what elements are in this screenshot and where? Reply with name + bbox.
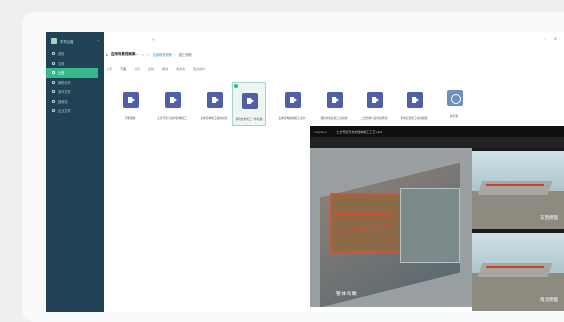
video-file-icon [407,92,423,108]
video-thumbnail[interactable]: 东西侧面 [472,151,564,229]
support-beam [334,214,394,216]
file-item[interactable]: 钢结构安装施工动画视... [320,88,350,126]
file-name: 机电安装施工动画视频... [400,117,430,120]
sidebar-nav: 首页 文档 云盘 我的分享 协作文件 回收站 企业文件 [46,49,104,116]
file-name: 钢结构安装施工动画视... [320,117,350,120]
rename-button[interactable]: 重命名 [176,67,185,71]
thumbnail-caption: 南北侧面 [540,297,558,302]
sidebar-item-home[interactable]: 首页 [46,49,104,59]
support-beam [486,184,544,186]
file-name: 总平面... [449,115,461,118]
toolbar: 上传 下载 分享 复制 删除 重命名 更多操作 [106,67,205,71]
file-name: 万能视频... [124,117,138,120]
cloud-icon [52,71,55,75]
trash-icon [52,99,55,103]
video-title: 土方开挖与支护结构施工工艺.mp4 [336,129,383,134]
sidebar-item-cloud[interactable]: 云盘 [46,68,98,78]
separator-icon: › [174,52,176,57]
excavation-pit [330,193,405,253]
breadcrumb-link[interactable]: 应用场景视频 [153,52,172,57]
sidebar-item-collab[interactable]: 协作文件 [46,87,104,97]
file-name: 主体结构施工模拟动画... [200,117,230,120]
file-item[interactable]: 主体结构施工模拟动画... [200,88,230,126]
sidebar-item-label: 文档 [58,61,65,66]
download-button[interactable]: 下载 [120,67,126,71]
video-file-icon [242,93,258,109]
window-controls[interactable]: ○ ⊕ [544,36,560,41]
file-name: 二次结构与装饰装修施... [360,117,390,120]
sidebar-item-docs[interactable]: 文档 [46,59,104,69]
sidebar-item-trash[interactable]: 回收站 [46,97,104,107]
file-item[interactable]: 总平面... [440,86,470,124]
team-icon [52,90,55,94]
collapse-chevron-icon[interactable]: ⌃ [97,39,100,44]
sidebar-item-label: 回收站 [58,99,68,104]
separator: · [331,129,333,134]
file-item[interactable]: 万能视频... [116,88,146,126]
player-header: Vodplayer · 土方开挖与支护结构施工工艺.mp4 [310,126,564,137]
player-app-name: Vodplayer [314,129,328,134]
file-name: 基坑支护施工一体化模... [235,118,265,121]
breadcrumb-current: 施工视频 [178,53,192,57]
file-name: 土方开挖与支护结构施工... [157,117,189,120]
video-file-icon [285,92,301,108]
file-item-selected[interactable]: 基坑支护施工一体化模... [232,82,266,126]
sidebar: 东华云盘 ⌃ 首页 文档 云盘 我的分享 协作文件 回收站 企业文件 [46,32,104,312]
sidebar-item-enterprise[interactable]: 企业文件 [46,106,104,116]
delete-button[interactable]: 删除 [162,67,168,71]
close-tab-icon[interactable]: × [152,37,155,42]
more-button[interactable]: 更多操作 [193,67,205,71]
upload-button[interactable]: 上传 [106,67,112,71]
video-file-icon [207,92,223,108]
sidebar-item-label: 协作文件 [58,90,71,95]
retaining-structure [400,188,460,263]
brand-name: 东华云盘 [60,39,74,44]
ground [472,273,564,311]
video-file-icon [367,92,383,108]
file-item[interactable]: 主体结构模拟施工演示... [278,88,308,126]
video-file-icon [123,92,139,108]
video-thumbnail[interactable]: 南北侧面 [472,233,564,311]
ground [472,191,564,229]
top-bar: × ○ ⊕ [104,32,564,46]
share-icon [52,80,55,84]
pdf-file-icon [447,90,463,106]
refresh-icon[interactable]: C [147,53,149,57]
sidebar-item-label: 企业文件 [58,109,71,114]
sidebar-item-label: 我的分享 [58,80,71,85]
folder-icon: ■ [106,52,108,57]
breadcrumb: ■ 应用场景视频库... ‹ › C 应用场景视频 › 施工视频 [106,52,192,57]
brand: 东华云盘 ⌃ [46,32,104,46]
sidebar-item-label: 云盘 [58,71,65,76]
home-icon [52,52,55,56]
logo-icon [51,38,57,44]
video-player: Vodplayer · 土方开挖与支护结构施工工艺.mp4 整体鸟瞰 东西侧面 … [310,126,564,311]
thumbnail-caption: 东西侧面 [540,215,558,220]
support-beam [486,266,544,268]
file-item[interactable]: 土方开挖与支护结构施工... [157,88,189,126]
sidebar-item-shares[interactable]: 我的分享 [46,78,104,88]
file-item[interactable]: 二次结构与装饰装修施... [360,88,390,126]
document-icon [52,61,55,65]
main-video-frame[interactable]: 整体鸟瞰 [310,148,472,307]
main-caption: 整体鸟瞰 [336,292,358,297]
file-name: 主体结构模拟施工演示... [278,117,308,120]
video-file-icon [327,92,343,108]
building-icon [52,109,55,113]
copy-button[interactable]: 复制 [148,67,154,71]
file-item[interactable]: 机电安装施工动画视频... [400,88,430,126]
nav-arrows[interactable]: ‹ › [141,53,144,57]
check-icon [234,84,238,88]
folder-title: 应用场景视频库... [110,52,139,56]
video-file-icon [165,92,181,108]
player-tab-strip [310,137,564,148]
sidebar-item-label: 首页 [58,52,65,57]
share-button[interactable]: 分享 [134,67,140,71]
